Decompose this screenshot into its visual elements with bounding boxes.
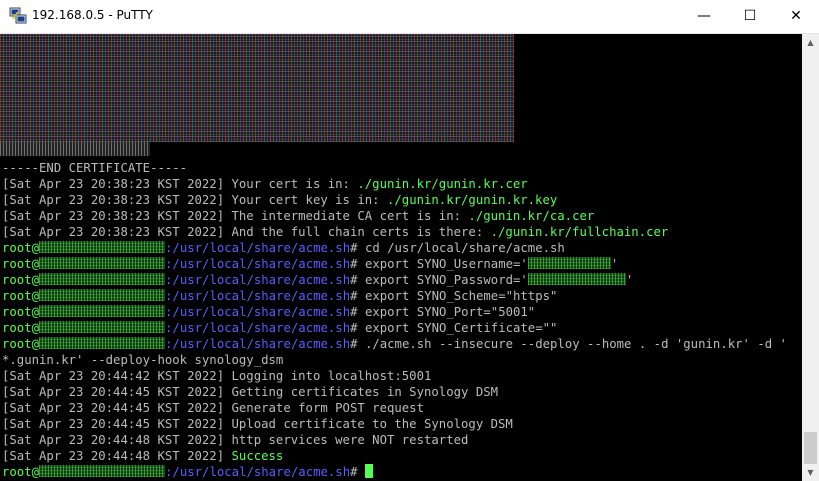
terminal-line: [Sat Apr 23 20:38:23 KST 2022] Your cert… — [2, 193, 558, 207]
redacted-hostname — [39, 305, 166, 317]
prompt-line: root@:/usr/local/share/acme.sh# export S… — [2, 273, 634, 287]
redacted-username — [527, 257, 611, 269]
putty-icon — [9, 7, 27, 24]
redacted-certificate-block — [0, 34, 514, 142]
terminal-line: -----END CERTIFICATE----- — [2, 161, 188, 175]
terminal-line: [Sat Apr 23 20:44:42 KST 2022] Logging i… — [2, 369, 432, 383]
scroll-down-button[interactable]: ▼ — [802, 464, 819, 481]
vertical-scrollbar[interactable]: ▲ ▼ — [802, 34, 819, 481]
arrow-up-icon: ▲ — [807, 38, 814, 47]
prompt-line: root@:/usr/local/share/acme.sh# export S… — [2, 289, 558, 303]
terminal-line: [Sat Apr 23 20:38:23 KST 2022] The inter… — [2, 209, 595, 223]
scroll-up-button[interactable]: ▲ — [802, 34, 819, 51]
redacted-hostname — [39, 257, 166, 269]
maximize-icon: ☐ — [743, 8, 757, 24]
window-title: 192.168.0.5 - PuTTY — [32, 8, 153, 22]
title-bar[interactable]: 192.168.0.5 - PuTTY — ☐ ✕ — [0, 0, 819, 34]
maximize-button[interactable]: ☐ — [727, 0, 773, 32]
close-button[interactable]: ✕ — [773, 0, 819, 32]
terminal-line: [Sat Apr 23 20:44:45 KST 2022] Generate … — [2, 401, 424, 415]
minimize-icon: — — [697, 8, 711, 24]
minimize-button[interactable]: — — [681, 0, 727, 32]
terminal-screen[interactable]: -----END CERTIFICATE----- [Sat Apr 23 20… — [0, 34, 802, 481]
terminal-line: [Sat Apr 23 20:38:23 KST 2022] And the f… — [2, 225, 669, 239]
terminal-line: [Sat Apr 23 20:44:45 KST 2022] Upload ce… — [2, 417, 513, 431]
prompt-line: root@:/usr/local/share/acme.sh# export S… — [2, 305, 536, 319]
redacted-hostname — [39, 465, 166, 477]
redacted-hostname — [39, 321, 166, 333]
terminal-line: [Sat Apr 23 20:44:45 KST 2022] Getting c… — [2, 385, 499, 399]
prompt-line: root@:/usr/local/share/acme.sh# export S… — [2, 257, 619, 271]
prompt-line[interactable]: root@:/usr/local/share/acme.sh# — [2, 464, 787, 480]
prompt-line: root@:/usr/local/share/acme.sh# cd /usr/… — [2, 241, 565, 255]
terminal-output: -----END CERTIFICATE----- [Sat Apr 23 20… — [2, 160, 787, 480]
terminal-line: [Sat Apr 23 20:38:23 KST 2022] Your cert… — [2, 177, 528, 191]
redacted-hostname — [39, 241, 166, 253]
success-status: Success — [231, 449, 284, 463]
redacted-password — [527, 273, 626, 285]
arrow-down-icon: ▼ — [807, 468, 814, 477]
terminal-line: [Sat Apr 23 20:44:48 KST 2022] Success — [2, 449, 284, 463]
terminal-line: *.gunin.kr' --deploy-hook synology_dsm — [2, 353, 284, 367]
scrollbar-thumb[interactable] — [804, 432, 817, 464]
redacted-hostname — [39, 273, 166, 285]
redacted-hostname — [39, 289, 166, 301]
redacted-hostname — [39, 337, 166, 349]
terminal-cursor — [364, 464, 373, 478]
terminal-line: [Sat Apr 23 20:44:48 KST 2022] http serv… — [2, 433, 469, 447]
prompt-line: root@:/usr/local/share/acme.sh# export S… — [2, 321, 558, 335]
redacted-certificate-tail — [0, 142, 150, 156]
close-icon: ✕ — [790, 8, 802, 24]
putty-window: 192.168.0.5 - PuTTY — ☐ ✕ -----END CERTI… — [0, 0, 819, 481]
prompt-line: root@:/usr/local/share/acme.sh# ./acme.s… — [2, 337, 787, 351]
